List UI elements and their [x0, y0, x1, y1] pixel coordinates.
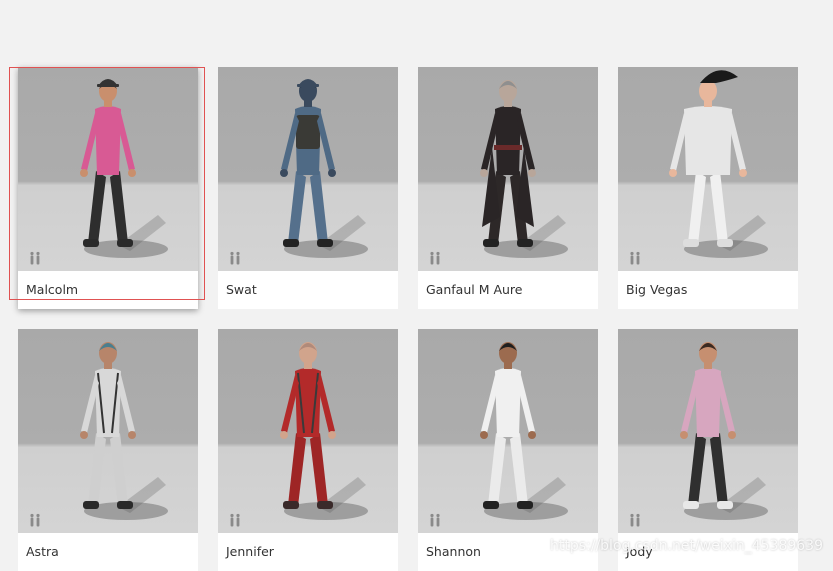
character-card[interactable]: Astra [18, 329, 198, 571]
character-thumbnail [18, 67, 198, 271]
character-card[interactable]: Jennifer [218, 329, 398, 571]
character-figure [669, 70, 768, 258]
two-people-icon [430, 513, 440, 527]
character-name: Jennifer [226, 544, 274, 559]
character-name: Malcolm [26, 282, 79, 297]
character-card[interactable]: Big Vegas [618, 67, 798, 309]
character-name: Big Vegas [626, 282, 688, 297]
character-figure [480, 342, 568, 520]
two-people-icon [230, 251, 240, 265]
character-thumbnail [418, 329, 598, 533]
two-people-icon [230, 513, 240, 527]
character-grid: Nightshade J FriedrichKachujin G Rosales… [0, 0, 833, 571]
character-figure [480, 80, 568, 258]
character-card[interactable]: Shannon [418, 329, 598, 571]
character-thumbnail [218, 329, 398, 533]
two-people-icon [30, 251, 40, 265]
character-figure [80, 79, 168, 258]
character-thumbnail [618, 329, 798, 533]
character-name: Ganfaul M Aure [426, 282, 523, 297]
two-people-icon [30, 513, 40, 527]
character-card[interactable]: Swat [218, 67, 398, 309]
character-thumbnail [218, 67, 398, 271]
character-thumbnail [418, 67, 598, 271]
character-figure [280, 79, 368, 258]
character-figure [680, 342, 768, 520]
two-people-icon [430, 251, 440, 265]
two-people-icon [630, 513, 640, 527]
character-thumbnail [618, 67, 798, 271]
two-people-icon [630, 251, 640, 265]
character-figure [280, 342, 368, 520]
watermark-text: https://blog.csdn.net/weixin_45389639 [549, 538, 823, 554]
character-card[interactable]: Jody [618, 329, 798, 571]
character-figure [80, 342, 168, 520]
character-card[interactable]: Malcolm [18, 67, 198, 309]
character-name: Swat [226, 282, 257, 297]
character-name: Astra [26, 544, 59, 559]
character-card[interactable]: Ganfaul M Aure [418, 67, 598, 309]
character-thumbnail [18, 329, 198, 533]
